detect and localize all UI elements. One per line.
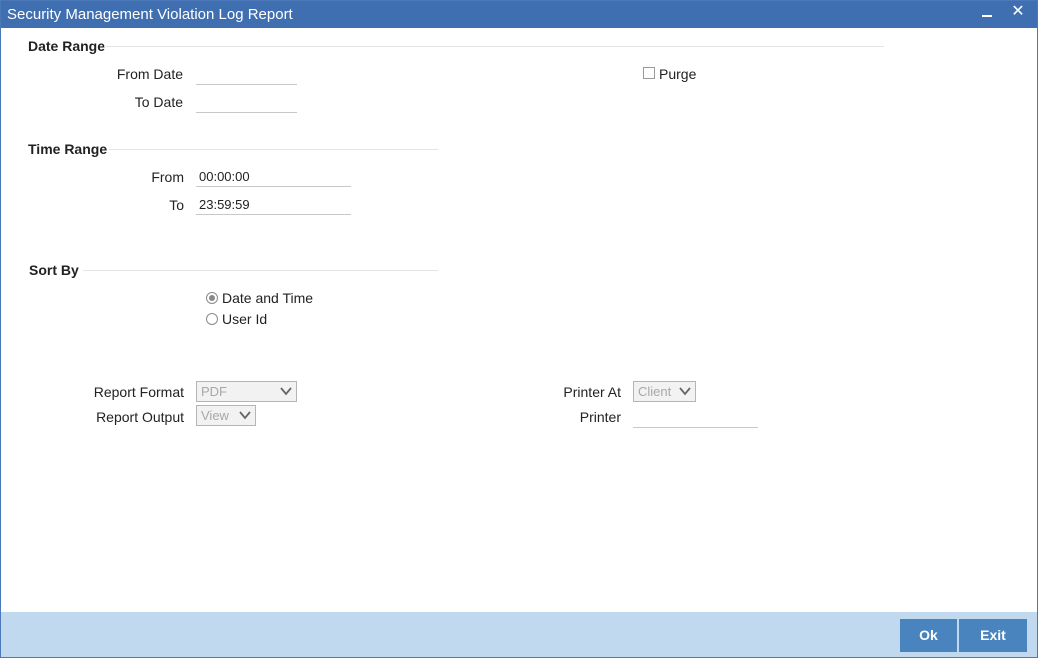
date-range-heading: Date Range [28,38,106,54]
chevron-down-icon [239,411,251,420]
chevron-down-icon [280,387,292,396]
from-date-label: From Date [116,66,183,82]
title-bar: Security Management Violation Log Report… [1,1,1037,28]
to-date-label: To Date [134,94,183,110]
report-format-value: PDF [201,384,227,399]
minimize-icon[interactable] [976,2,998,24]
report-output-label: Report Output [96,409,184,425]
sort-by-heading: Sort By [29,262,79,278]
printer-label: Printer [579,409,621,425]
close-icon[interactable]: ✕ [1007,2,1029,24]
purge-checkbox[interactable] [643,67,655,79]
report-window: Security Management Violation Log Report… [0,0,1038,658]
sort-user-id-radio[interactable] [206,313,218,325]
date-range-divider [104,46,884,47]
from-date-input[interactable] [196,65,297,85]
sort-date-time-radio[interactable] [206,292,218,304]
report-format-select[interactable]: PDF [196,381,297,402]
time-to-label: To [169,197,184,213]
report-output-value: View [201,408,229,423]
ok-button[interactable]: Ok [900,619,957,652]
report-output-select[interactable]: View [196,405,256,426]
chevron-down-icon [679,387,691,396]
time-range-divider [109,149,438,150]
exit-button[interactable]: Exit [959,619,1027,652]
report-format-label: Report Format [93,384,184,400]
sort-date-time-label: Date and Time [222,290,314,306]
purge-label: Purge [659,66,697,82]
sort-by-divider [83,270,438,271]
printer-input[interactable] [633,408,758,428]
to-date-input[interactable] [196,93,297,113]
time-from-input[interactable] [196,167,351,187]
time-to-input[interactable] [196,195,351,215]
footer-bar: Ok Exit [1,612,1037,657]
time-range-heading: Time Range [28,141,108,157]
printer-at-value: Client [638,384,672,399]
time-from-label: From [151,169,184,185]
printer-at-select[interactable]: Client [633,381,696,402]
sort-user-id-label: User Id [222,311,268,327]
window-title: Security Management Violation Log Report [7,6,293,23]
printer-at-label: Printer At [563,384,621,400]
